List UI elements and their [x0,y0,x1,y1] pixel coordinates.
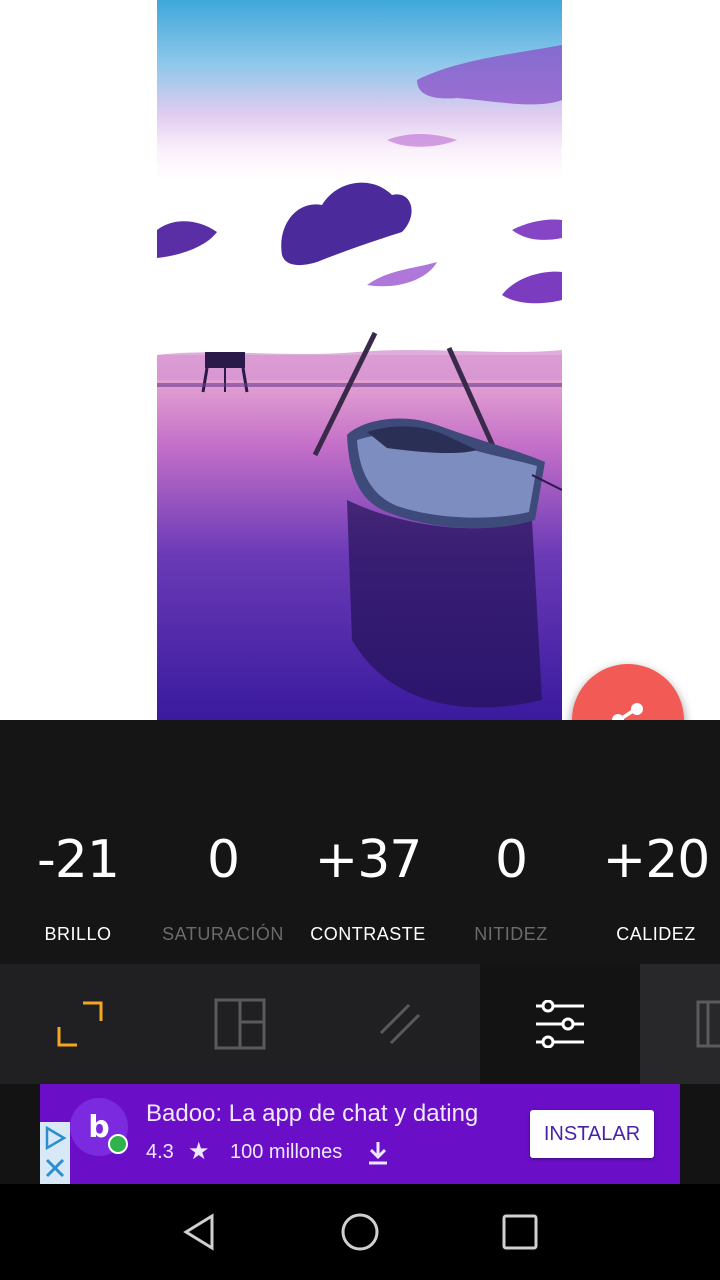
nav-home-button[interactable] [320,1202,400,1262]
install-button[interactable]: INSTALAR [530,1110,654,1158]
system-navigation-bar [0,1184,720,1280]
adjustment-calidez[interactable]: +20 CALIDEZ [584,820,720,945]
nav-recents-button[interactable] [480,1202,560,1262]
ad-choices-icon [45,1125,67,1178]
tool-adjust[interactable] [480,964,640,1084]
adjustment-label: CONTRASTE [310,924,426,944]
layout-icon [214,998,266,1050]
tool-crop[interactable] [0,964,160,1084]
ad-installs: 100 millones [230,1141,343,1163]
edited-photo[interactable] [157,0,562,720]
adjustment-nitidez[interactable]: 0 NITIDEZ [439,820,583,945]
adjustment-value: -21 [37,830,120,890]
ad-logo-letter: b [88,1109,110,1145]
ad-choices[interactable] [40,1122,70,1184]
adjustment-label: CALIDEZ [616,924,696,944]
ad-rating: 4.3 [146,1141,174,1163]
stripes-icon [379,1003,421,1045]
recents-icon [502,1214,538,1250]
ad-banner[interactable]: b Badoo: La app de chat y dating 4.3 ★ 1… [40,1084,680,1184]
ad-container: b Badoo: La app de chat y dating 4.3 ★ 1… [0,1084,720,1184]
crop-icon [57,1001,103,1047]
adjustment-value: 0 [206,830,240,890]
adjustment-contraste[interactable]: +37 CONTRASTE [296,820,440,945]
adjustment-value: +20 [602,830,711,890]
split-icon [696,1000,720,1048]
adjustment-value: +37 [314,830,423,890]
tool-bar [0,964,720,1084]
home-icon [341,1213,379,1251]
ad-title: Badoo: La app de chat y dating [146,1100,479,1127]
nav-back-button[interactable] [160,1202,240,1262]
adjustment-value: 0 [494,830,528,890]
star-icon: ★ [188,1138,210,1165]
tool-layout[interactable] [160,964,320,1084]
adjustment-saturacion[interactable]: 0 SATURACIÓN [151,820,295,945]
download-icon [369,1142,387,1165]
adjustment-label: SATURACIÓN [162,924,284,944]
adjustment-label: NITIDEZ [474,924,548,944]
adjustments-panel: -21 BRILLO 0 SATURACIÓN +37 CONTRASTE 0 … [0,720,720,964]
thumbs-up-badge-icon [108,1134,128,1154]
back-icon [183,1213,214,1251]
tool-stripes[interactable] [320,964,480,1084]
tool-split[interactable] [640,964,720,1084]
adjustment-label: BRILLO [44,924,112,944]
adjustment-brillo[interactable]: -21 BRILLO [6,820,150,945]
image-canvas [0,0,720,720]
sliders-icon [536,1000,584,1048]
